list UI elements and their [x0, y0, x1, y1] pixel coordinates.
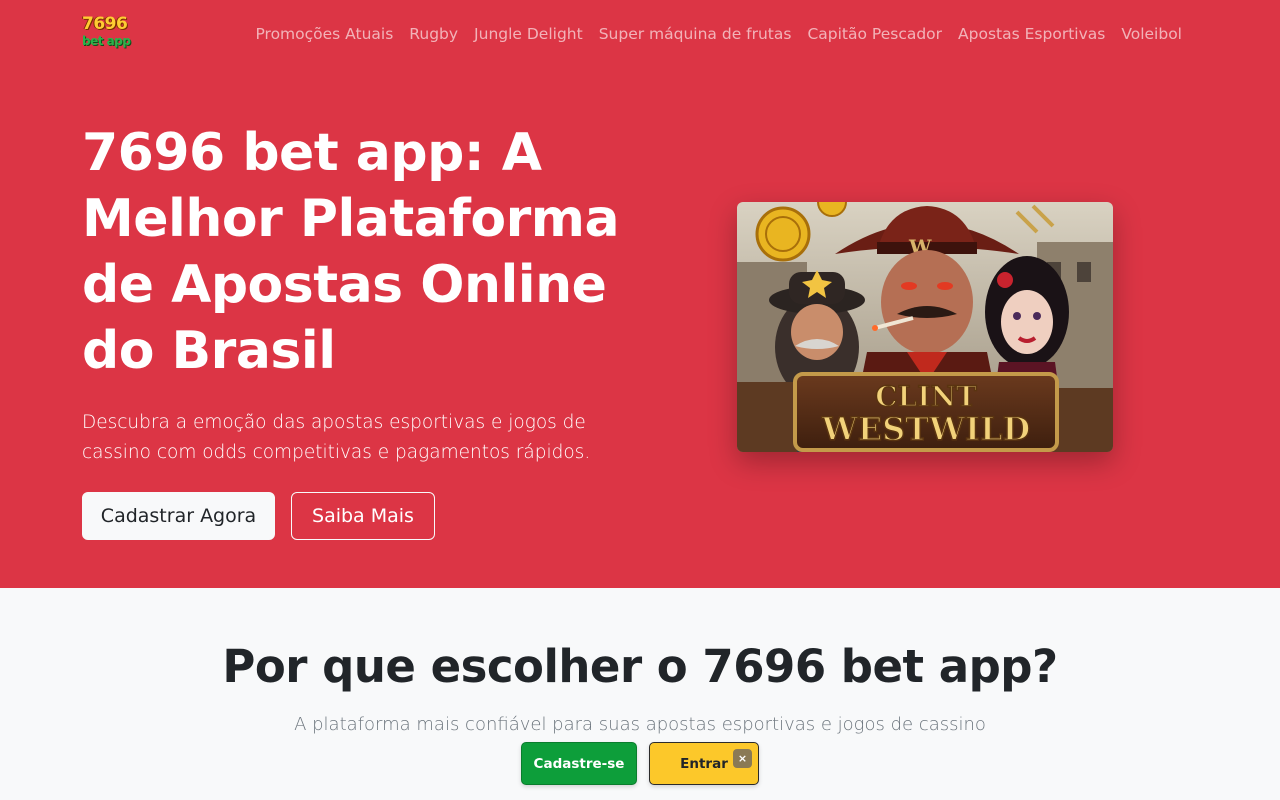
game-title-line1: CLINT	[875, 380, 977, 413]
nav-link-jungle-delight[interactable]: Jungle Delight	[466, 24, 591, 44]
hero-lead: Descubra a emoção das apostas esportivas…	[82, 412, 591, 463]
game-banner-image: W CLINT WESTWILD	[737, 202, 1113, 452]
hero-section: 7696 bet app Promoções Atuais Rugby Jung…	[0, 0, 1280, 588]
nav-link-apostas-esportivas[interactable]: Apostas Esportivas	[950, 24, 1113, 44]
hero-title: 7696 bet app: A Melhor Plataforma de Apo…	[82, 123, 620, 381]
nav-link-voleibol[interactable]: Voleibol	[1113, 24, 1190, 44]
learn-more-button[interactable]: Saiba Mais	[291, 492, 435, 540]
main-nav: Promoções Atuais Rugby Jungle Delight Su…	[247, 24, 1190, 44]
why-section-title: Por que escolher o 7696 bet app?	[222, 640, 1058, 693]
nav-link-super-maquina[interactable]: Super máquina de frutas	[591, 24, 800, 44]
register-now-button[interactable]: Cadastrar Agora	[82, 492, 275, 540]
floating-register-button[interactable]: Cadastre-se	[521, 742, 637, 785]
logo-number: 7696	[82, 14, 128, 34]
nav-link-rugby[interactable]: Rugby	[401, 24, 466, 44]
nav-link-capitao-pescador[interactable]: Capitão Pescador	[799, 24, 950, 44]
nav-link-promocoes[interactable]: Promoções Atuais	[247, 24, 401, 44]
site-logo[interactable]: 7696 bet app	[82, 14, 132, 54]
game-title-line2: WESTWILD	[821, 410, 1030, 448]
logo-text: bet app	[82, 34, 131, 48]
why-section-subtitle: A plataforma mais confiável para suas ap…	[294, 714, 986, 735]
close-icon[interactable]: ×	[733, 749, 752, 768]
